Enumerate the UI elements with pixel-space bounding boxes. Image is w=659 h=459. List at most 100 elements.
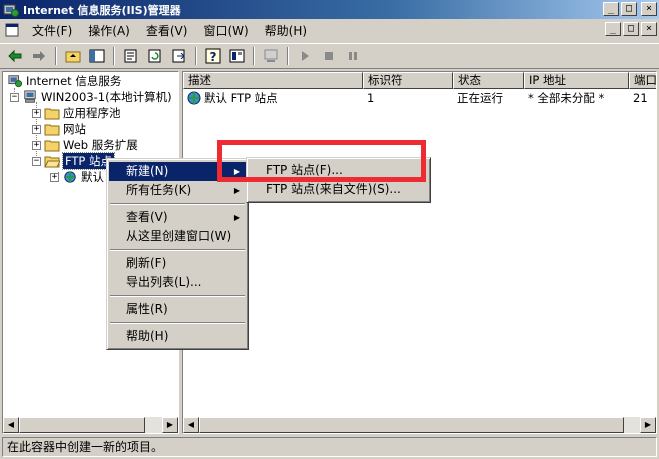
row-state: 正在运行 <box>457 91 503 105</box>
list-hscrollbar[interactable]: ◀ ▶ <box>183 417 656 433</box>
mmc-document-icon[interactable] <box>4 22 20 38</box>
menu-separator <box>110 322 245 324</box>
ctx-new-label: 新建(N) <box>126 164 169 178</box>
ctx-properties[interactable]: 属性(R) <box>109 300 246 319</box>
svg-text:?: ? <box>210 50 217 64</box>
properties-icon[interactable] <box>120 45 142 67</box>
tree-computer[interactable]: − WIN2003-1(本地计算机) <box>10 89 172 105</box>
menu-bar: 文件(F) 操作(A) 查看(V) 窗口(W) 帮助(H) _ □ × <box>0 19 659 41</box>
mdi-minimize-button[interactable]: _ <box>605 22 621 36</box>
maximize-button[interactable]: □ <box>621 2 637 16</box>
tree-web-ext[interactable]: + Web 服务扩展 <box>32 137 138 153</box>
ctx-export-list[interactable]: 导出列表(L)... <box>109 273 246 292</box>
mmc-icon[interactable] <box>226 45 248 67</box>
submenu-ftp-site-from-file[interactable]: FTP 站点(来自文件)(S)... <box>249 180 428 199</box>
menu-action[interactable]: 操作(A) <box>80 20 138 41</box>
toolbar-separator <box>287 47 289 65</box>
row-ip: * 全部未分配 * <box>528 91 605 105</box>
menu-window[interactable]: 窗口(W) <box>195 20 256 41</box>
folder-icon <box>44 108 60 120</box>
tree-websites-label: 网站 <box>63 122 86 136</box>
ctx-help[interactable]: 帮助(H) <box>109 327 246 346</box>
expand-icon[interactable]: + <box>32 140 41 150</box>
iis-app-icon <box>3 4 19 17</box>
scroll-thumb[interactable] <box>19 417 145 433</box>
expand-icon[interactable]: + <box>32 124 41 134</box>
scroll-left-icon[interactable]: ◀ <box>183 417 199 433</box>
folder-icon <box>44 124 60 136</box>
scroll-right-icon[interactable]: ▶ <box>640 417 656 433</box>
folder-icon <box>44 140 60 152</box>
ctx-refresh[interactable]: 刷新(F) <box>109 254 246 273</box>
forward-arrow-icon[interactable] <box>28 45 50 67</box>
up-folder-icon[interactable] <box>62 45 84 67</box>
mdi-restore-button[interactable]: □ <box>623 22 639 36</box>
row-id: 1 <box>367 91 375 105</box>
back-arrow-icon[interactable] <box>4 45 26 67</box>
toolbar-separator <box>113 47 115 65</box>
ctx-all-tasks-label: 所有任务(K) <box>126 183 192 197</box>
toolbar-separator <box>55 47 57 65</box>
annotation-highlight-box <box>217 140 426 182</box>
menu-separator <box>110 249 245 251</box>
window-title: Internet 信息服务(IIS)管理器 <box>23 3 181 17</box>
show-hide-tree-icon[interactable] <box>86 45 108 67</box>
list-pane[interactable]: 描述 标识符 状态 IP 地址 端口 默认 FTP 站点 1 正在运行 * 全部… <box>182 71 657 434</box>
menu-help[interactable]: 帮助(H) <box>257 20 315 41</box>
mdi-close-button[interactable]: × <box>641 22 657 36</box>
list-row[interactable]: 默认 FTP 站点 1 正在运行 * 全部未分配 * 21 <box>183 90 656 106</box>
tree-web-ext-label: Web 服务扩展 <box>63 138 138 152</box>
tree-computer-label: WIN2003-1(本地计算机) <box>41 90 172 104</box>
list-header: 描述 标识符 状态 IP 地址 端口 <box>183 72 656 89</box>
column-id[interactable]: 标识符 <box>363 72 453 89</box>
start-icon <box>294 45 316 67</box>
column-port[interactable]: 端口 <box>629 72 656 89</box>
computer-icon <box>260 45 282 67</box>
scroll-right-icon[interactable]: ▶ <box>162 417 178 433</box>
scroll-left-icon[interactable]: ◀ <box>3 417 19 433</box>
ctx-new-window[interactable]: 从这里创建窗口(W) <box>109 227 246 246</box>
ctx-view[interactable]: 查看(V) ▶ <box>109 208 246 227</box>
tree-root[interactable]: Internet 信息服务 <box>7 73 121 89</box>
tree-app-pools[interactable]: + 应用程序池 <box>32 105 121 121</box>
toolbar-separator <box>195 47 197 65</box>
menu-file[interactable]: 文件(F) <box>24 20 80 41</box>
toolbar: ? <box>0 43 659 69</box>
collapse-icon[interactable]: − <box>10 92 19 102</box>
tree-root-label: Internet 信息服务 <box>26 74 122 88</box>
minimize-button[interactable]: _ <box>603 2 619 16</box>
tree-app-pools-label: 应用程序池 <box>63 106 121 120</box>
export-list-icon[interactable] <box>168 45 190 67</box>
collapse-icon[interactable]: − <box>32 156 41 166</box>
scroll-thumb[interactable] <box>199 417 624 433</box>
context-menu: 新建(N) ▶ 所有任务(K) ▶ 查看(V) ▶ 从这里创建窗口(W) 刷新(… <box>106 158 249 350</box>
row-desc: 默认 FTP 站点 <box>204 91 278 105</box>
tree-websites[interactable]: + 网站 <box>32 121 86 137</box>
tree-default-ftp[interactable]: + 默认 <box>50 169 104 185</box>
tree-default-label: 默认 <box>81 170 104 184</box>
open-folder-icon <box>44 156 60 168</box>
ftp-site-icon <box>64 171 76 183</box>
tree-hscrollbar[interactable]: ◀ ▶ <box>3 417 178 433</box>
column-desc[interactable]: 描述 <box>183 72 363 89</box>
toolbar-separator <box>253 47 255 65</box>
column-ip[interactable]: IP 地址 <box>524 72 629 89</box>
ctx-all-tasks[interactable]: 所有任务(K) ▶ <box>109 181 246 200</box>
column-state[interactable]: 状态 <box>453 72 524 89</box>
iis-server-icon <box>8 75 22 88</box>
expand-icon[interactable]: + <box>50 172 59 182</box>
title-bar: Internet 信息服务(IIS)管理器 _ □ × <box>0 0 659 19</box>
submenu-arrow-icon: ▶ <box>233 186 240 195</box>
menu-view[interactable]: 查看(V) <box>138 20 196 41</box>
stop-icon <box>318 45 340 67</box>
menu-separator <box>110 203 245 205</box>
ftp-site-icon <box>187 91 201 105</box>
tree-ftp-sites[interactable]: − FTP 站点 <box>32 152 116 170</box>
computer-icon <box>24 90 36 103</box>
pause-icon <box>342 45 364 67</box>
ctx-view-label: 查看(V) <box>126 210 168 224</box>
expand-icon[interactable]: + <box>32 108 41 118</box>
close-button[interactable]: × <box>641 2 657 16</box>
refresh-icon[interactable] <box>144 45 166 67</box>
help-icon[interactable]: ? <box>202 45 224 67</box>
